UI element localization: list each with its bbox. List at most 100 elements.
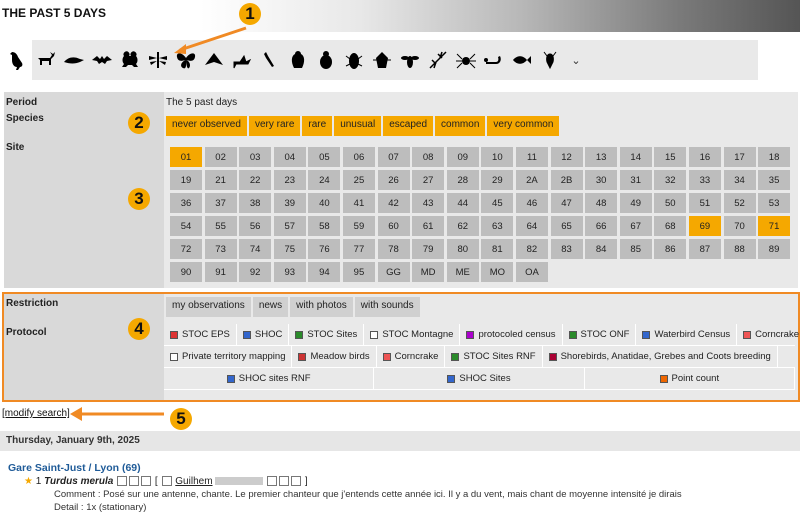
site-cell[interactable]: 57 [273,216,306,236]
site-cell[interactable]: 85 [619,239,652,259]
fly-icon[interactable] [396,40,424,80]
site-cell[interactable]: 2A [515,170,548,190]
site-cell[interactable]: 78 [377,239,410,259]
site-cell[interactable]: 76 [308,239,341,259]
bat-icon[interactable] [88,40,116,80]
site-cell[interactable]: 36 [170,193,202,213]
site-cell[interactable]: 89 [758,239,791,259]
site-cell[interactable]: 23 [273,170,306,190]
protocol-option[interactable]: STOC ONF [563,324,637,345]
site-cell[interactable]: 55 [204,216,237,236]
site-cell[interactable]: 37 [204,193,237,213]
species-unusual[interactable]: unusual [334,116,382,136]
protocol-option[interactable]: STOC Sites RNF [445,346,543,367]
site-cell[interactable]: 16 [688,147,721,167]
site-cell[interactable]: 19 [170,170,202,190]
site-cell[interactable]: 18 [758,147,791,167]
site-cell[interactable]: 69 [688,216,721,236]
site-cell[interactable]: 95 [342,262,375,282]
site-cell[interactable]: 48 [585,193,618,213]
user-icon[interactable] [291,476,302,487]
site-cell[interactable]: 02 [204,147,237,167]
site-cell[interactable]: 40 [308,193,341,213]
site-cell[interactable]: 50 [654,193,687,213]
site-cell[interactable]: 04 [273,147,306,167]
site-cell[interactable]: 45 [481,193,514,213]
site-cell[interactable]: 71 [758,216,791,236]
site-cell[interactable]: 07 [377,147,410,167]
protocol-option[interactable]: Waterbird Census [636,324,738,345]
fish-icon[interactable] [508,40,536,80]
site-cell[interactable]: 24 [308,170,341,190]
site-cell[interactable]: 05 [308,147,341,167]
site-cell[interactable]: 92 [239,262,272,282]
edit-icon[interactable] [267,476,278,487]
site-cell[interactable]: 41 [342,193,375,213]
site-cell[interactable]: 66 [585,216,618,236]
site-cell[interactable]: 2B [550,170,583,190]
site-cell[interactable]: 38 [239,193,272,213]
site-cell[interactable]: 62 [446,216,479,236]
site-cell[interactable]: 75 [273,239,306,259]
deer-icon[interactable] [32,40,60,80]
site-cell[interactable]: 77 [342,239,375,259]
protocol-option[interactable]: Corncrake [737,324,800,345]
site-cell[interactable]: 79 [412,239,445,259]
site-cell[interactable]: 32 [654,170,687,190]
site-cell[interactable]: 65 [550,216,583,236]
site-cell[interactable]: 47 [550,193,583,213]
site-cell[interactable]: 14 [619,147,652,167]
site-cell[interactable]: 56 [239,216,272,236]
site-cell[interactable]: 54 [170,216,202,236]
site-cell[interactable]: 81 [481,239,514,259]
cockroach-icon[interactable] [340,40,368,80]
site-cell[interactable]: 25 [342,170,375,190]
site-cell[interactable]: 15 [654,147,687,167]
site-cell[interactable]: 61 [412,216,445,236]
site-cell[interactable]: 34 [723,170,756,190]
site-cell[interactable]: 21 [204,170,237,190]
site-cell[interactable]: 35 [758,170,791,190]
restriction-my-observations[interactable]: my observations [166,297,251,317]
protocol-option[interactable]: SHOC [237,324,290,345]
site-cell[interactable]: 51 [688,193,721,213]
site-cell[interactable]: 52 [723,193,756,213]
species-very-common[interactable]: very common [487,116,560,136]
modify-search-link[interactable]: [modify search] [2,408,70,419]
site-cell[interactable]: 59 [342,216,375,236]
site-cell[interactable]: 49 [619,193,652,213]
dragonfly-icon[interactable] [144,40,172,80]
dolphin-icon[interactable] [60,40,88,80]
site-cell[interactable]: 06 [342,147,375,167]
bug-icon[interactable] [368,40,396,80]
protocol-option[interactable]: Corncrake [377,346,446,367]
protocol-option[interactable]: Private territory mapping [164,346,293,367]
site-cell[interactable]: 43 [412,193,445,213]
site-cell[interactable]: 28 [446,170,479,190]
site-cell[interactable]: 12 [550,147,583,167]
site-cell[interactable]: 68 [654,216,687,236]
site-cell[interactable]: 90 [170,262,202,282]
site-cell[interactable]: 64 [515,216,548,236]
beetle-icon[interactable] [312,40,340,80]
site-cell[interactable]: 93 [273,262,306,282]
protocol-option[interactable]: Point count [585,368,795,389]
spider-icon[interactable] [452,40,480,80]
site-cell[interactable]: 31 [619,170,652,190]
site-cell[interactable]: 73 [204,239,237,259]
site-cell[interactable]: GG [377,262,410,282]
species-common[interactable]: common [435,116,486,136]
map-icon[interactable] [141,476,152,487]
site-cell[interactable]: 17 [723,147,756,167]
scorpion-icon[interactable] [480,40,508,80]
site-cell[interactable]: 87 [688,239,721,259]
site-cell[interactable]: 22 [239,170,272,190]
site-cell[interactable]: 60 [377,216,410,236]
restriction-news[interactable]: news [252,297,289,317]
site-cell[interactable]: 11 [515,147,548,167]
globe-icon[interactable] [279,476,290,487]
site-cell[interactable]: 80 [446,239,479,259]
site-cell[interactable]: 26 [377,170,410,190]
species-never-observed[interactable]: never observed [166,116,247,136]
site-cell[interactable]: 33 [688,170,721,190]
